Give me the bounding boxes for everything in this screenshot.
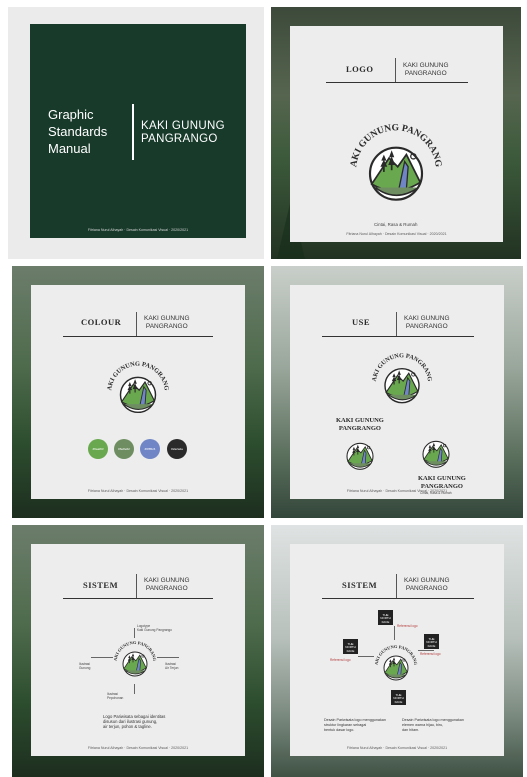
system1-description: Logo Pariwisata sebagai identitas disusu… — [103, 714, 166, 730]
system1-heading-brand: KAKI GUNUNG PANGRANGO — [144, 577, 190, 592]
panel-colour: COLOUR KAKI GUNUNG PANGRANGO KAKI GUNUNG… — [12, 266, 264, 518]
colour-swatch: #6aa84f — [88, 439, 108, 459]
callout-line — [91, 657, 113, 658]
use-footer: Fitriana Nurul Alhayah · Desain Komunika… — [346, 489, 448, 493]
use-heading: USE — [352, 317, 371, 327]
system1-card: SISTEM KAKI GUNUNG PANGRANGO KAKI GUNUNG… — [31, 544, 245, 756]
colour-footer: Fitriana Nurul Alhayah · Desain Komunika… — [87, 489, 189, 493]
callout-line — [418, 650, 434, 651]
system1-heading-divider — [136, 574, 137, 598]
callout-line — [134, 628, 135, 638]
brand-emblem: KAKI GUNUNG PANGRANGO — [103, 351, 170, 427]
colour-heading-rule — [63, 336, 213, 338]
system2-note: Referensi logo — [397, 624, 418, 628]
system2-footer: Fitriana Nurul Alhayah · Desain Komunika… — [346, 746, 448, 750]
reference-logo-badge: THE NORTH FACE — [343, 639, 358, 654]
panel-use: USE KAKI GUNUNG PANGRANGO KAKI GUNUNG PA… — [271, 266, 523, 518]
callout-line — [134, 684, 135, 694]
system1-note: Ilustrasi Gunung — [79, 662, 91, 670]
logo-heading: LOGO — [346, 64, 374, 74]
use-heading-brand: KAKI GUNUNG PANGRANGO — [404, 315, 450, 330]
logo-footer: Fitriana Nurul Alhayah · Desain Komunika… — [346, 232, 447, 236]
brand-emblem — [410, 423, 462, 477]
callout-line — [157, 657, 179, 658]
brand-emblem: KAKI GUNUNG PANGRANGO — [111, 634, 157, 686]
reference-logo-badge: THE NORTH FACE — [378, 610, 393, 625]
system2-note: Referensi logo — [420, 652, 441, 656]
use-alt-right-title: KAKI GUNUNG PANGRANGO — [418, 475, 466, 490]
cover-divider — [132, 104, 134, 160]
system1-footer: Fitriana Nurul Alhayah · Desain Komunika… — [87, 746, 189, 750]
system1-note: Ilustrasi Air Terjun — [165, 662, 179, 670]
system2-heading: SISTEM — [342, 580, 378, 590]
colour-swatch: #6f85c6 — [140, 439, 160, 459]
colour-swatch: #2a2a2a — [167, 439, 187, 459]
panel-system-2: SISTEM KAKI GUNUNG PANGRANGO KAKI GUNUNG… — [271, 525, 523, 777]
system2-heading-rule — [322, 598, 474, 600]
system2-description-right: Desain Pariwisata logo menggunakan eleme… — [402, 718, 464, 732]
logo-heading-divider — [395, 58, 396, 82]
system2-note: Referensi logo — [330, 658, 351, 662]
use-heading-divider — [396, 312, 397, 336]
callout-line — [394, 626, 395, 640]
system1-note: Logotype Kaki Gunung Pangrango — [137, 624, 172, 632]
brand-emblem: KAKI GUNUNG PANGRANGO — [368, 343, 433, 417]
logo-heading-rule — [326, 82, 468, 84]
system1-note: Ilustrasi Pepohonan — [107, 692, 124, 700]
system2-heading-divider — [396, 574, 397, 598]
colour-heading-divider — [136, 312, 137, 336]
logo-heading-brand: KAKI GUNUNG PANGRANGO — [403, 62, 449, 77]
use-heading-rule — [322, 336, 474, 338]
brand-emblem: KAKI GUNUNG PANGRANGO — [372, 638, 418, 690]
reference-logo-badge: THE NORTH FACE — [391, 690, 406, 705]
reference-logo-badge: THE NORTH FACE — [424, 634, 439, 649]
use-card: USE KAKI GUNUNG PANGRANGO KAKI GUNUNG PA… — [290, 285, 504, 499]
logo-card: LOGO KAKI GUNUNG PANGRANGO KAKI GUNUNG P… — [290, 26, 503, 242]
logo-tagline: Cintai, Rasa & Rumah — [374, 222, 418, 227]
system1-heading: SISTEM — [83, 580, 119, 590]
cover-card: Graphic Standards Manual KAKI GUNUNG PAN… — [30, 24, 246, 238]
system2-heading-brand: KAKI GUNUNG PANGRANGO — [404, 577, 450, 592]
cover-brand: KAKI GUNUNG PANGRANGO — [141, 120, 225, 145]
cover-footer: Fitriana Nurul Alhayah · Desain Komunika… — [87, 228, 189, 232]
colour-swatch: #6e8e62 — [114, 439, 134, 459]
colour-heading-brand: KAKI GUNUNG PANGRANGO — [144, 315, 190, 330]
system2-card: SISTEM KAKI GUNUNG PANGRANGO KAKI GUNUNG… — [290, 544, 504, 756]
brand-emblem: KAKI GUNUNG PANGRANGO — [344, 110, 443, 220]
panel-logo: LOGO KAKI GUNUNG PANGRANGO KAKI GUNUNG P… — [271, 7, 521, 259]
panel-system-1: SISTEM KAKI GUNUNG PANGRANGO KAKI GUNUNG… — [12, 525, 264, 777]
cover-title: Graphic Standards Manual — [48, 107, 108, 156]
system1-heading-rule — [63, 598, 213, 600]
colour-card: COLOUR KAKI GUNUNG PANGRANGO KAKI GUNUNG… — [31, 285, 245, 499]
colour-heading: COLOUR — [81, 317, 122, 327]
callout-line — [358, 656, 374, 657]
system2-description-left: Desain Pariwisata logo menggunakan struk… — [324, 718, 386, 732]
brand-emblem — [334, 425, 386, 479]
panel-cover: Graphic Standards Manual KAKI GUNUNG PAN… — [8, 7, 264, 259]
